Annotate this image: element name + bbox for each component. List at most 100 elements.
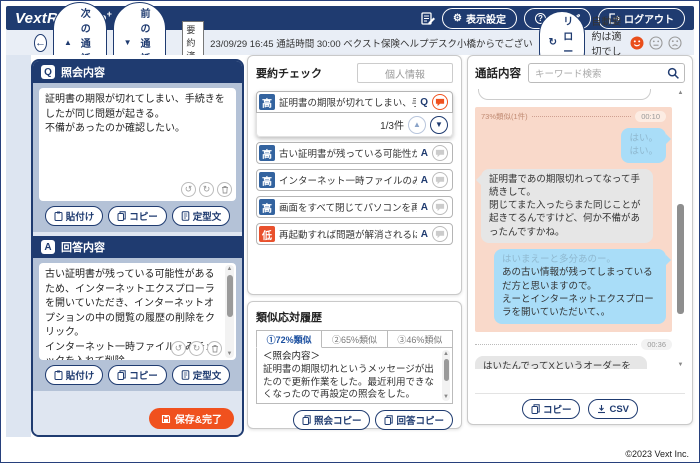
speech-bubble-icon[interactable] <box>432 172 448 188</box>
tab-similarity-65[interactable]: ②65%類似 <box>322 330 387 348</box>
search-icon[interactable] <box>667 67 680 80</box>
inquiry-paste-button[interactable]: 貼付け <box>45 206 104 226</box>
copy-icon <box>117 370 126 380</box>
tab-similarity-46[interactable]: ③46%類似 <box>388 330 453 348</box>
partial-bubble <box>478 89 651 100</box>
scroll-down-icon[interactable]: ▼ <box>676 361 685 369</box>
save-complete-label: 保存&完了 <box>175 411 222 426</box>
summary-item-list: 高 証明書の期限が切れてしまい、手続… Q 1/3件 ▲ ▼ 高 古い証明書が残… <box>256 91 453 245</box>
trash-icon[interactable] <box>207 341 222 356</box>
undo-icon[interactable]: ↺ <box>171 341 186 356</box>
answer-scrollbar[interactable]: ▲ ▼ <box>225 265 234 358</box>
chat-row: はい。 はい。 <box>481 128 666 163</box>
bubble-line: えーとインターネットエクスプローラを開いていただいて、。 <box>502 293 658 320</box>
answer-buttons: 貼付け コピー 定型文 <box>39 360 236 387</box>
dotted-leader <box>475 344 637 345</box>
chat-copy-button[interactable]: コピー <box>522 399 581 419</box>
back-button[interactable]: ← <box>34 34 47 52</box>
save-complete-button[interactable]: 保存&完了 <box>149 408 234 429</box>
answer-template-button[interactable]: 定型文 <box>172 365 231 385</box>
customer-bubble[interactable]: 証明書であの期限切れってなって手続きして。 閉じてまた入ったらまた同じことが起き… <box>481 169 653 243</box>
level-badge: 高 <box>259 199 275 215</box>
inquiry-title: 照会内容 <box>61 64 105 80</box>
summary-item-text: インターネット一時ファイルのみチ… <box>279 173 417 187</box>
inquiry-textbox-wrap: 証明書の期限が切れてしまい、手続きをしたが同じ問題が起きる。 不備があったのか確… <box>39 88 236 201</box>
download-icon <box>597 404 606 414</box>
chat-row: はいたんでってXというオーダーを開く。 <box>475 356 672 369</box>
copy-icon <box>531 404 540 414</box>
scroll-down-icon[interactable]: ▼ <box>225 350 234 358</box>
pager-down-button[interactable]: ▼ <box>430 116 448 134</box>
chat-messages: 73%類似(1件) 00:10 はい。 はい。 証明 <box>475 89 672 369</box>
summary-item[interactable]: 低 再起動すれば問題が解消されるはず… A <box>256 223 453 245</box>
summary-item[interactable]: 高 インターネット一時ファイルのみチ… A <box>256 169 453 191</box>
speech-bubble-icon[interactable] <box>432 199 448 215</box>
customer-bubble[interactable]: はいたんでってXというオーダーを開く。 <box>475 356 647 369</box>
similar-history-title: 類似応対履歴 <box>256 309 453 325</box>
summary-item[interactable]: 高 画面をすべて閉じてパソコンを再起… A <box>256 196 453 218</box>
summary-item[interactable]: 高 古い証明書が残っている可能性があ… A <box>256 142 453 164</box>
csv-label: CSV <box>609 404 629 415</box>
paste-icon <box>54 211 63 221</box>
scroll-down-icon[interactable]: ▼ <box>442 393 450 401</box>
answer-scroll-thumb[interactable] <box>227 275 233 317</box>
scroll-up-icon[interactable]: ▲ <box>676 89 685 97</box>
answer-template-label: 定型文 <box>193 368 222 382</box>
summary-check-header: 要約チェック 個人情報 <box>256 63 453 83</box>
left-margin-strip <box>6 55 31 437</box>
history-scrollbar[interactable]: ▲ ▼ <box>442 350 450 401</box>
summary-item[interactable]: 高 証明書の期限が切れてしまい、手続… Q <box>256 91 453 113</box>
keyword-search-input[interactable] <box>529 66 684 84</box>
answer-copy-button[interactable]: コピー <box>108 365 167 385</box>
logo-plus: + <box>107 9 112 19</box>
history-inquiry-heading: ＜照会内容＞ <box>263 351 438 364</box>
q-icon: Q <box>41 65 55 79</box>
redo-icon[interactable]: ↻ <box>199 182 214 197</box>
chat-row: 証明書であの期限切れってなって手続きして。 閉じてまた入ったらまた同じことが起き… <box>481 169 666 243</box>
bubble-line: はいまえーと多分あのー。 <box>502 253 658 266</box>
similar-history-card: 類似応対履歴 ①72%類似 ②65%類似 ③46%類似 ＜照会内容＞ 証明書の期… <box>247 301 462 429</box>
neutral-face-icon[interactable] <box>649 36 663 50</box>
chat-scrollbar[interactable]: ▲ ▼ <box>676 89 685 369</box>
display-settings-button[interactable]: ⚙表示設定 <box>442 8 517 29</box>
inquiry-copy-button[interactable]: コピー <box>108 206 167 226</box>
summary-item-text: 画面をすべて閉じてパソコンを再起… <box>279 200 417 214</box>
speech-bubble-icon[interactable] <box>432 226 448 242</box>
speech-bubble-icon[interactable] <box>432 94 448 110</box>
chat-scroll-thumb[interactable] <box>677 204 684 314</box>
trash-icon[interactable] <box>217 182 232 197</box>
inquiry-copy-button[interactable]: 照会コピー <box>293 410 371 430</box>
chat-area: 73%類似(1件) 00:10 はい。 はい。 証明 <box>475 89 685 393</box>
speech-bubble-icon[interactable] <box>432 145 448 161</box>
similarity-tabs: ①72%類似 ②65%類似 ③46%類似 <box>256 330 453 348</box>
good-face-icon[interactable] <box>630 36 644 50</box>
bubble-line: はいたんでってXというオーダーを開く。 <box>483 360 639 369</box>
summary-item-type: A <box>421 229 428 240</box>
memo-edit-icon[interactable] <box>420 11 435 26</box>
agent-bubble[interactable]: はい。 はい。 <box>621 128 666 163</box>
summary-item-type: A <box>421 175 428 186</box>
pager-up-button[interactable]: ▲ <box>408 116 426 134</box>
inquiry-template-button[interactable]: 定型文 <box>172 206 231 226</box>
agent-bubble[interactable]: はいまえーと多分あのー。 あの古い情報が残ってしまっているだ方と思いますので。 … <box>494 249 666 323</box>
answer-copy-button[interactable]: 回答コピー <box>375 410 453 430</box>
bad-face-icon[interactable] <box>668 36 682 50</box>
csv-download-button[interactable]: CSV <box>588 399 638 419</box>
redo-icon[interactable]: ↻ <box>189 341 204 356</box>
answer-paste-label: 貼付け <box>66 368 95 382</box>
tab-similarity-72[interactable]: ①72%類似 <box>256 330 322 348</box>
scroll-up-icon[interactable]: ▲ <box>442 350 450 358</box>
summary-item-group: 高 証明書の期限が切れてしまい、手続… Q 1/3件 ▲ ▼ <box>256 91 453 137</box>
answer-paste-button[interactable]: 貼付け <box>45 365 104 385</box>
scroll-up-icon[interactable]: ▲ <box>225 265 234 273</box>
tab-personal-info[interactable]: 個人情報 <box>357 63 453 83</box>
app-window: VextResume+ ⚙表示設定 ?ヘルプ ログアウト ← ▲次の通話へ ▼前… <box>0 0 700 463</box>
inquiry-section-body: 証明書の期限が切れてしまい、手続きをしたが同じ問題が起きる。 不備があったのか確… <box>33 83 242 232</box>
call-info-text: 23/09/29 16:45 通話時間 30:00 ベクスト保険ヘルプデスク小橋… <box>210 36 533 50</box>
copy-icon <box>384 415 393 425</box>
summary-item-text: 証明書の期限が切れてしまい、手続… <box>279 95 416 109</box>
reload-icon: ↻ <box>549 37 557 48</box>
similarity-highlight-block: 73%類似(1件) 00:10 はい。 はい。 証明 <box>475 107 672 332</box>
undo-icon[interactable]: ↺ <box>181 182 196 197</box>
history-scroll-thumb[interactable] <box>444 359 449 381</box>
